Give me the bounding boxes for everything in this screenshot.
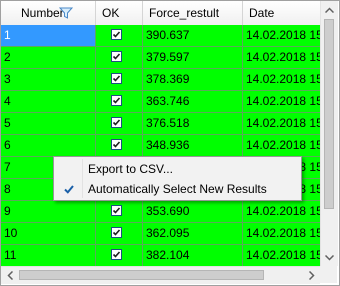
table-row[interactable]: 10 362.095 14.02.2018 15:	[1, 223, 320, 245]
checkmark-icon	[64, 185, 74, 194]
ok-checkbox[interactable]	[111, 73, 122, 84]
force-result-cell[interactable]: 363.746	[143, 91, 243, 112]
number-cell[interactable]: 3	[1, 69, 96, 90]
ok-checkbox[interactable]	[111, 117, 122, 128]
table-row[interactable]: 6 348.936 14.02.2018 15:	[1, 135, 320, 157]
table-row[interactable]: 4 363.746 14.02.2018 15:	[1, 91, 320, 113]
date-cell[interactable]: 14.02.2018 15:	[243, 69, 320, 90]
ok-checkbox[interactable]	[111, 51, 122, 62]
date-cell[interactable]: 14.02.2018 15:	[243, 223, 320, 244]
scrollbar-corner	[320, 266, 337, 283]
column-header-force-result[interactable]: Force_restult	[143, 1, 243, 25]
force-result-cell[interactable]: 362.095	[143, 223, 243, 244]
column-header-ok[interactable]: OK	[96, 1, 143, 25]
funnel-icon[interactable]	[59, 7, 73, 19]
chevron-up-icon	[325, 6, 334, 13]
table-row[interactable]: 2 379.597 14.02.2018 15:	[1, 47, 320, 69]
column-header-label: Force_restult	[149, 6, 220, 20]
force-result-cell[interactable]: 348.936	[143, 135, 243, 156]
ok-cell	[96, 245, 143, 266]
column-header-number[interactable]: Number	[1, 1, 96, 25]
force-result-cell[interactable]: 378.369	[143, 69, 243, 90]
checkmark-icon	[112, 97, 121, 104]
horizontal-scroll-thumb[interactable]	[19, 270, 264, 280]
ok-checkbox[interactable]	[111, 29, 122, 40]
checkmark-icon	[112, 75, 121, 82]
table-row[interactable]: 11 382.104 14.02.2018 15:	[1, 245, 320, 266]
force-result-cell[interactable]: 353.690	[143, 201, 243, 222]
checkmark-icon	[112, 229, 121, 236]
ok-checkbox[interactable]	[111, 249, 122, 260]
ok-cell	[96, 25, 143, 46]
grid-header: Number OK Force_restult Date	[1, 1, 320, 26]
date-cell[interactable]: 14.02.2018 15:	[243, 113, 320, 134]
number-cell[interactable]: 5	[1, 113, 96, 134]
column-header-label: OK	[102, 6, 120, 20]
ok-cell	[96, 113, 143, 134]
ok-cell	[96, 69, 143, 90]
scroll-left-button[interactable]	[1, 267, 18, 284]
vertical-scroll-thumb[interactable]	[324, 19, 334, 209]
chevron-down-icon	[325, 254, 334, 261]
column-header-date[interactable]: Date	[243, 1, 320, 25]
menu-item-auto-select-new-results[interactable]: Automatically Select New Results	[56, 179, 299, 199]
date-cell[interactable]: 14.02.2018 15:	[243, 47, 320, 68]
number-cell[interactable]: 2	[1, 47, 96, 68]
scroll-down-button[interactable]	[321, 249, 338, 266]
checkmark-icon	[112, 251, 121, 258]
number-cell[interactable]: 9	[1, 201, 96, 222]
number-cell[interactable]: 4	[1, 91, 96, 112]
menu-item-label: Export to CSV...	[88, 162, 173, 176]
column-header-label: Date	[249, 6, 275, 20]
number-cell[interactable]: 11	[1, 245, 96, 266]
chevron-left-icon	[6, 271, 13, 280]
results-grid-frame: Number OK Force_restult Date 1 390.637 14.…	[0, 0, 340, 286]
ok-cell	[96, 201, 143, 222]
ok-checkbox[interactable]	[111, 95, 122, 106]
checkmark-icon	[112, 31, 121, 38]
ok-cell	[96, 91, 143, 112]
date-cell[interactable]: 14.02.2018 15:	[243, 245, 320, 266]
table-row[interactable]: 3 378.369 14.02.2018 15:	[1, 69, 320, 91]
menu-item-export-csv[interactable]: Export to CSV...	[56, 159, 299, 179]
chevron-right-icon	[308, 271, 315, 280]
table-row[interactable]: 5 376.518 14.02.2018 15:	[1, 113, 320, 135]
table-row[interactable]: 1 390.637 14.02.2018 15:	[1, 25, 320, 47]
scroll-up-button[interactable]	[321, 1, 338, 18]
context-menu: Export to CSV... Automatically Select Ne…	[53, 156, 302, 201]
date-cell[interactable]: 14.02.2018 15:	[243, 91, 320, 112]
column-header-label: Number	[21, 6, 64, 20]
checkmark-icon	[112, 207, 121, 214]
checkmark-icon	[112, 53, 121, 60]
checkmark-icon	[112, 141, 121, 148]
number-cell[interactable]: 10	[1, 223, 96, 244]
ok-cell	[96, 223, 143, 244]
ok-cell	[96, 135, 143, 156]
ok-checkbox[interactable]	[111, 227, 122, 238]
results-grid: Number OK Force_restult Date 1 390.637 14.…	[1, 1, 320, 266]
menu-item-label: Automatically Select New Results	[88, 182, 267, 196]
ok-checkbox[interactable]	[111, 205, 122, 216]
date-cell[interactable]: 14.02.2018 15:	[243, 201, 320, 222]
vertical-scrollbar[interactable]	[320, 1, 338, 266]
date-cell[interactable]: 14.02.2018 15:	[243, 25, 320, 46]
number-cell[interactable]: 1	[1, 25, 96, 46]
number-cell[interactable]: 6	[1, 135, 96, 156]
force-result-cell[interactable]: 390.637	[143, 25, 243, 46]
date-cell[interactable]: 14.02.2018 15:	[243, 135, 320, 156]
force-result-cell[interactable]: 379.597	[143, 47, 243, 68]
ok-checkbox[interactable]	[111, 139, 122, 150]
table-row[interactable]: 9 353.690 14.02.2018 15:	[1, 201, 320, 223]
ok-cell	[96, 47, 143, 68]
scroll-right-button[interactable]	[303, 267, 320, 284]
horizontal-scrollbar[interactable]	[1, 266, 320, 284]
checkmark-icon	[112, 119, 121, 126]
force-result-cell[interactable]: 376.518	[143, 113, 243, 134]
force-result-cell[interactable]: 382.104	[143, 245, 243, 266]
